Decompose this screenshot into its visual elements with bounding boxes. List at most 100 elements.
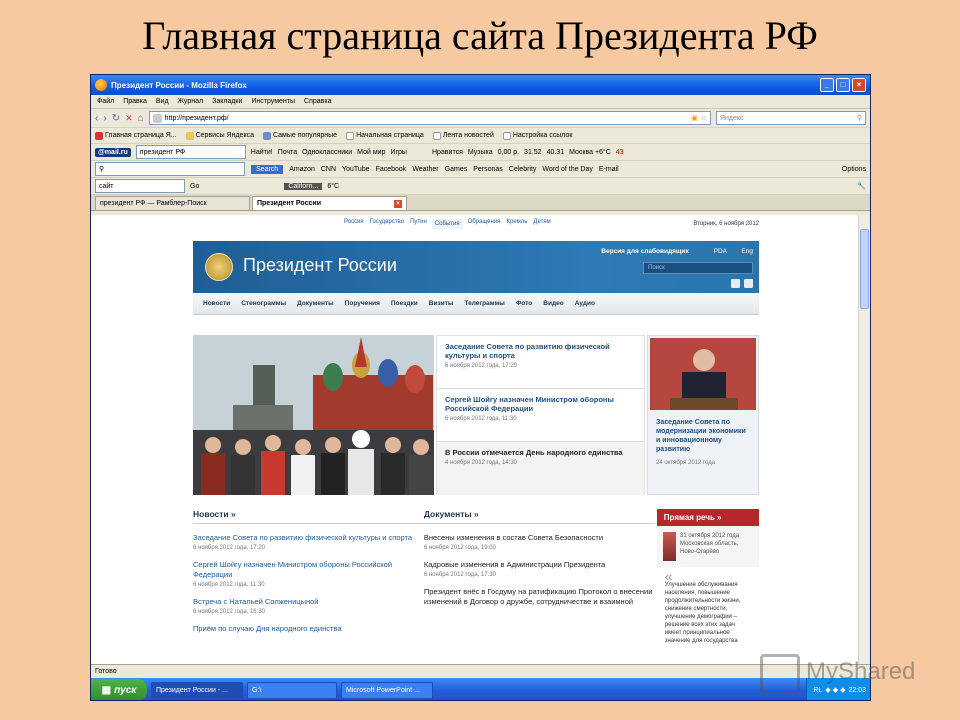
nav-transcripts[interactable]: Стенограммы <box>241 300 286 307</box>
nav-telegrams[interactable]: Телеграммы <box>464 300 504 307</box>
news-item[interactable]: Сергей Шойгу назначен Министром обороны … <box>193 560 424 588</box>
speech-heading[interactable]: Прямая речь » <box>656 509 759 526</box>
mailru-find-button[interactable]: Найти! <box>251 149 273 156</box>
nav-trips[interactable]: Поездки <box>391 300 418 307</box>
topnav-putin[interactable]: Путин <box>409 219 428 229</box>
document-item[interactable]: Кадровые изменения в Администрации Прези… <box>424 560 655 578</box>
home-icon[interactable]: ⌂ <box>138 113 144 124</box>
vertical-scrollbar[interactable] <box>858 215 870 664</box>
ask-amazon[interactable]: Amazon <box>289 166 315 173</box>
ask-search-field[interactable]: ⚲ <box>95 162 245 176</box>
news-item[interactable]: Встреча с Натальей Солженицыной 6 ноября … <box>193 597 424 615</box>
social-icon[interactable] <box>731 279 740 288</box>
mailru-games[interactable]: Игры <box>390 149 407 156</box>
eng-link[interactable]: Eng <box>741 248 753 255</box>
menu-view[interactable]: Вид <box>156 98 169 105</box>
ask-word-of-day[interactable]: Word of the Day <box>542 166 592 173</box>
ask-options[interactable]: Options <box>842 166 866 173</box>
blind-version-link[interactable]: Версия для слабовидящих <box>601 248 689 255</box>
site-search-input[interactable]: Поиск <box>643 262 753 274</box>
ask-search-button[interactable]: Search <box>251 164 284 174</box>
scroll-thumb[interactable] <box>860 229 869 309</box>
news-heading[interactable]: Новости » <box>193 509 424 524</box>
task-powerpoint[interactable]: Microsoft PowerPoint ... <box>341 681 433 699</box>
close-tab-icon[interactable]: × <box>394 199 402 208</box>
ask-facebook[interactable]: Facebook <box>376 166 407 173</box>
bookmark-news[interactable]: Лента новостей <box>432 131 494 140</box>
headline-item[interactable]: Сергей Шойгу назначен Министром обороны … <box>437 389 644 442</box>
ask-personas[interactable]: Personas <box>473 166 503 173</box>
reload-icon[interactable]: ↻ <box>112 113 120 124</box>
rss-icon[interactable]: ▣ <box>691 114 698 122</box>
ask-email[interactable]: E-mail <box>599 166 619 173</box>
close-button[interactable]: × <box>852 78 866 92</box>
go-button[interactable]: Go <box>190 183 199 190</box>
bookmark-yandex-main[interactable]: Главная страница Я... <box>95 131 177 140</box>
yandex-search-field[interactable]: Яндекс ⚲ <box>716 111 866 125</box>
mailru-logo[interactable]: @mail.ru <box>95 147 131 157</box>
bookmark-popular[interactable]: Самые популярные <box>262 131 337 140</box>
minimize-button[interactable]: _ <box>820 78 834 92</box>
nav-audio[interactable]: Аудио <box>575 300 595 307</box>
topnav-appeals[interactable]: Обращения <box>467 219 502 229</box>
mailru-search-field[interactable]: президент РФ <box>135 145 246 159</box>
menu-file[interactable]: Файл <box>97 98 114 105</box>
mailru-usd[interactable]: 31.52 <box>524 149 542 156</box>
stop-icon[interactable]: ✕ <box>125 113 133 124</box>
ask-cnn[interactable]: CNN <box>321 166 336 173</box>
forward-icon[interactable]: › <box>103 113 106 124</box>
mailru-count[interactable]: 43 <box>616 149 624 156</box>
mailru-balance[interactable]: 0,00 р. <box>498 149 519 156</box>
hero-photo[interactable] <box>193 335 434 495</box>
start-button[interactable]: ▦ пуск <box>91 679 147 700</box>
weather-temp[interactable]: 6°C <box>327 183 339 190</box>
bookmark-settings[interactable]: Настройка ссылок <box>502 131 572 140</box>
menu-bookmarks[interactable]: Закладки <box>212 98 242 105</box>
mailru-ok[interactable]: Одноклассники <box>302 149 352 156</box>
search-icon[interactable]: ⚲ <box>857 114 862 122</box>
rss-icon[interactable] <box>744 279 753 288</box>
mailru-eur[interactable]: 40.31 <box>547 149 565 156</box>
menu-help[interactable]: Справка <box>304 98 331 105</box>
nav-documents[interactable]: Документы <box>297 300 334 307</box>
back-icon[interactable]: ‹ <box>95 113 98 124</box>
menu-history[interactable]: Журнал <box>178 98 204 105</box>
topnav-russia[interactable]: Россия <box>343 219 365 229</box>
weather-city[interactable]: Californ... <box>284 182 323 190</box>
mailru-music[interactable]: Музыка <box>468 149 493 156</box>
bookmark-yandex-services[interactable]: Сервисы Яндекса <box>185 131 254 140</box>
featured-title[interactable]: Заседание Совета по модернизации экономи… <box>648 412 758 460</box>
news-item[interactable]: Заседание Совета по развитию физической … <box>193 533 424 551</box>
mailru-world[interactable]: Мой мир <box>357 149 385 156</box>
task-drive[interactable]: G:\ <box>247 681 337 699</box>
headline-item-selected[interactable]: В России отмечается День народного единс… <box>437 442 644 495</box>
headline-item[interactable]: Заседание Совета по развитию физической … <box>437 336 644 389</box>
pda-link[interactable]: PDA <box>714 248 727 255</box>
tab-president[interactable]: Президент России × <box>252 196 407 210</box>
site-name[interactable]: Президент России <box>243 255 397 276</box>
topnav-kids[interactable]: Детям <box>532 219 551 229</box>
documents-heading[interactable]: Документы » <box>423 509 655 524</box>
nav-video[interactable]: Видео <box>543 300 563 307</box>
ask-youtube[interactable]: YouTube <box>342 166 370 173</box>
topnav-state[interactable]: Государство <box>369 219 405 229</box>
site-search-field[interactable]: сайт <box>95 179 185 193</box>
nav-news[interactable]: Новости <box>203 300 230 307</box>
nav-photo[interactable]: Фото <box>516 300 532 307</box>
mailru-mail[interactable]: Почта <box>278 149 297 156</box>
menu-tools[interactable]: Инструменты <box>251 98 295 105</box>
document-item[interactable]: Президент внёс в Госдуму на ратификацию … <box>424 587 655 607</box>
url-field[interactable]: http://президент.рф/ ▣ ☆ <box>148 111 711 125</box>
nav-visits[interactable]: Визиты <box>429 300 454 307</box>
nav-instructions[interactable]: Поручения <box>345 300 380 307</box>
mailru-weather[interactable]: Москва +6°C <box>569 149 611 156</box>
speech-box[interactable]: 31 октября 2012 года Московская область,… <box>656 526 759 567</box>
wrench-icon[interactable]: 🔧 <box>857 182 866 190</box>
maximize-button[interactable]: □ <box>836 78 850 92</box>
document-item[interactable]: Внесены изменения в состав Совета Безопа… <box>424 533 655 551</box>
topnav-events[interactable]: События <box>431 219 463 229</box>
mailru-like[interactable]: Нравится <box>432 149 463 156</box>
ask-weather[interactable]: Weather <box>412 166 438 173</box>
task-firefox[interactable]: Президент России - ... <box>151 681 243 699</box>
bookmark-star-icon[interactable]: ☆ <box>701 114 707 122</box>
